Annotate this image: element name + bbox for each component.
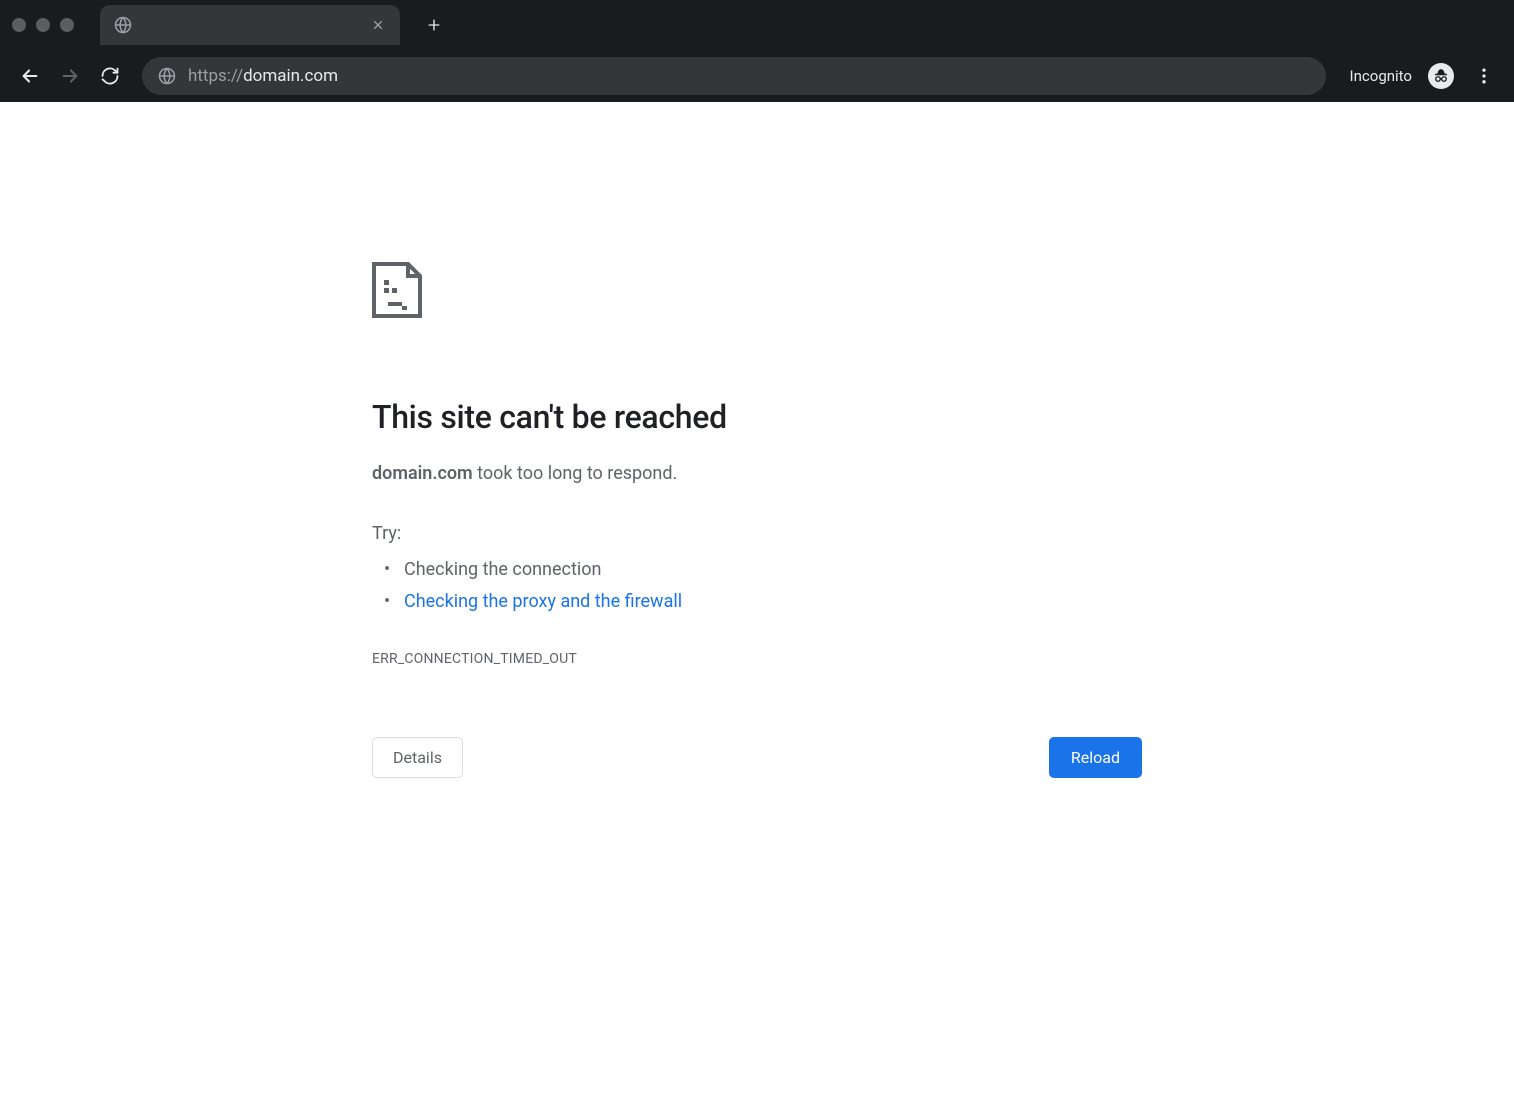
suggestion-list: Checking the connection Checking the pro… [372,554,1142,617]
error-container: This site can't be reached domain.com to… [372,262,1142,778]
incognito-icon[interactable] [1428,63,1454,89]
suggestion-item: Checking the proxy and the firewall [404,586,1142,618]
minimize-window-button[interactable] [36,18,50,32]
new-tab-button[interactable] [420,11,448,39]
reload-icon[interactable] [94,60,126,92]
browser-chrome: https://domain.com Incognito [0,0,1514,102]
error-title: This site can't be reached [372,398,1142,436]
maximize-window-button[interactable] [60,18,74,32]
url-host: domain.com [243,66,338,86]
site-info-icon[interactable] [158,67,176,85]
error-description: domain.com took too long to respond. [372,460,1142,487]
page-content: This site can't be reached domain.com to… [0,102,1514,778]
address-bar[interactable]: https://domain.com [142,57,1326,95]
url-scheme: https:// [188,66,243,86]
close-tab-icon[interactable] [370,17,386,33]
reload-button[interactable]: Reload [1049,737,1142,778]
button-row: Details Reload [372,737,1142,778]
tab-bar [0,0,1514,50]
incognito-label: Incognito [1342,67,1420,85]
suggestion-link[interactable]: Checking the proxy and the firewall [404,591,682,612]
error-message: took too long to respond. [473,463,678,484]
browser-toolbar: https://domain.com Incognito [0,50,1514,102]
browser-tab[interactable] [100,5,400,45]
sad-page-icon [372,262,422,318]
suggestion-text: Checking the connection [404,559,601,580]
try-label: Try: [372,523,1142,544]
close-window-button[interactable] [12,18,26,32]
back-button[interactable] [14,60,46,92]
window-controls [12,18,84,32]
menu-button[interactable] [1468,60,1500,92]
error-domain: domain.com [372,463,473,484]
error-code: ERR_CONNECTION_TIMED_OUT [372,651,1142,667]
url-text: https://domain.com [188,66,338,86]
globe-icon [114,16,132,34]
details-button[interactable]: Details [372,737,463,778]
forward-button[interactable] [54,60,86,92]
suggestion-item: Checking the connection [404,554,1142,586]
